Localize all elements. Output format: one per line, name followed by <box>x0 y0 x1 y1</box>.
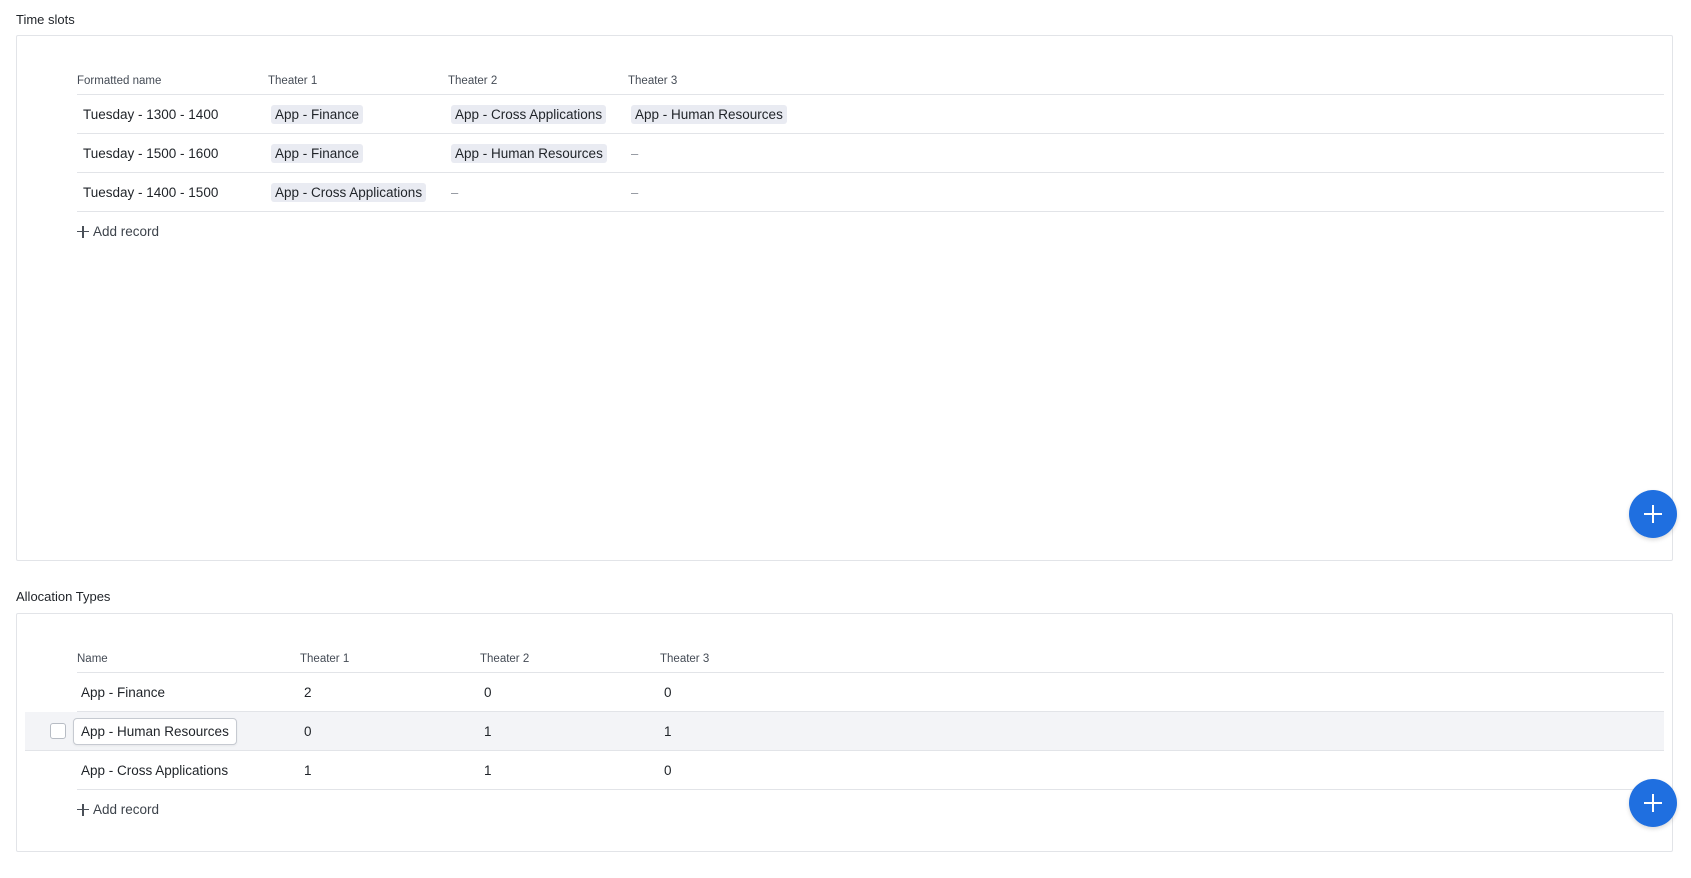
plus-icon <box>77 803 89 816</box>
allocation-types-panel: Name Theater 1 Theater 2 Theater 3 App -… <box>16 613 1677 852</box>
cell-theater-2[interactable]: 1 <box>484 712 492 750</box>
table-row[interactable]: App - Finance 2 0 0 <box>77 673 1664 712</box>
add-record-label: Add record <box>93 224 160 239</box>
column-header-theater-3[interactable]: Theater 3 <box>628 75 677 87</box>
link-chip[interactable]: App - Finance <box>271 143 364 163</box>
column-header-theater-2[interactable]: Theater 2 <box>480 653 529 665</box>
add-record-label: Add record <box>93 802 160 817</box>
time-slots-table: Formatted name Theater 1 Theater 2 Theat… <box>77 54 1664 239</box>
time-slots-title: Time slots <box>16 12 75 27</box>
column-header-theater-3[interactable]: Theater 3 <box>660 653 709 665</box>
cell-theater-2[interactable]: 1 <box>484 751 492 789</box>
add-fab-button[interactable] <box>1629 779 1677 827</box>
add-record-button[interactable]: Add record <box>77 802 159 817</box>
cell-theater-3[interactable]: 0 <box>664 751 672 789</box>
cell-theater-2[interactable]: 0 <box>484 673 492 711</box>
table-row[interactable]: App - Cross Applications 1 1 0 <box>77 751 1664 790</box>
row-select-checkbox[interactable] <box>50 723 66 739</box>
cell-formatted-name[interactable]: Tuesday - 1400 - 1500 <box>83 173 218 211</box>
empty-value[interactable]: – <box>631 146 638 161</box>
cell-theater-1[interactable]: 1 <box>304 751 312 789</box>
table-row[interactable]: Tuesday - 1400 - 1500 App - Cross Applic… <box>77 173 1664 212</box>
empty-value[interactable]: – <box>631 185 638 200</box>
table-row[interactable]: Tuesday - 1500 - 1600 App - Finance App … <box>77 134 1664 173</box>
time-slots-panel: Formatted name Theater 1 Theater 2 Theat… <box>16 35 1677 561</box>
cell-theater-3[interactable]: 1 <box>664 712 672 750</box>
allocation-types-title: Allocation Types <box>16 589 111 604</box>
cell-name-editor[interactable]: App - Human Resources <box>73 717 237 745</box>
plus-icon <box>1644 794 1662 812</box>
cell-formatted-name[interactable]: Tuesday - 1300 - 1400 <box>83 95 218 133</box>
column-header-theater-2[interactable]: Theater 2 <box>448 75 497 87</box>
cell-theater-1[interactable]: 0 <box>304 712 312 750</box>
column-header-theater-1[interactable]: Theater 1 <box>268 75 317 87</box>
allocation-types-table: Name Theater 1 Theater 2 Theater 3 App -… <box>25 632 1664 817</box>
table-header: Formatted name Theater 1 Theater 2 Theat… <box>77 54 1664 95</box>
plus-icon <box>1644 505 1662 523</box>
add-fab-button[interactable] <box>1629 490 1677 538</box>
cell-name[interactable]: App - Cross Applications <box>81 751 228 789</box>
cell-name[interactable]: App - Finance <box>81 673 165 711</box>
column-header-name[interactable]: Name <box>77 653 108 665</box>
table-header: Name Theater 1 Theater 2 Theater 3 <box>77 632 1664 673</box>
link-chip[interactable]: App - Human Resources <box>631 104 787 124</box>
column-header-theater-1[interactable]: Theater 1 <box>300 653 349 665</box>
link-chip[interactable]: App - Finance <box>271 104 364 124</box>
cell-theater-3[interactable]: 0 <box>664 673 672 711</box>
cell-formatted-name[interactable]: Tuesday - 1500 - 1600 <box>83 134 218 172</box>
link-chip[interactable]: App - Cross Applications <box>451 104 607 124</box>
add-record-button[interactable]: Add record <box>77 224 159 239</box>
link-chip[interactable]: App - Cross Applications <box>271 182 427 202</box>
empty-value[interactable]: – <box>451 185 458 200</box>
cell-theater-1[interactable]: 2 <box>304 673 312 711</box>
table-row[interactable]: Tuesday - 1300 - 1400 App - Finance App … <box>77 95 1664 134</box>
link-chip[interactable]: App - Human Resources <box>451 143 607 163</box>
column-header-formatted-name[interactable]: Formatted name <box>77 75 161 87</box>
plus-icon <box>77 225 89 238</box>
table-row[interactable]: App - Human Resources 0 1 1 <box>25 712 1664 751</box>
